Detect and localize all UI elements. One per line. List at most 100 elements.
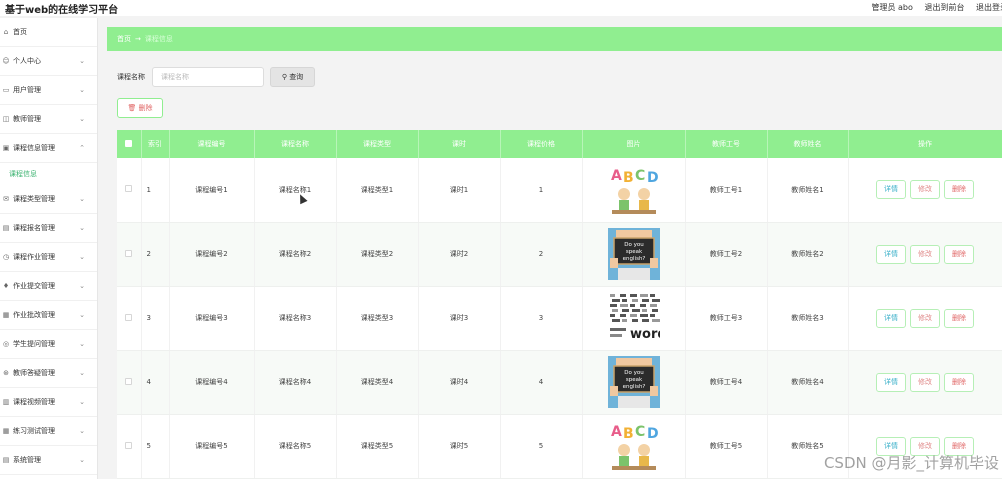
sidebar: ⌂ 首页 ☺ 个人中心 ⌄ ▭ 用户管理 ⌄ ◫ 教师管理 ⌄ ▣ 课程信息管理 ⌃ 课程信息 ✉ 课程类型管理… bbox=[0, 18, 98, 479]
type-cell: 课程类型2 bbox=[336, 222, 419, 287]
actions-cell: 详情 修改 删除 bbox=[848, 222, 1002, 287]
sidebar-item-4[interactable]: ▣ 课程信息管理 ⌃ bbox=[0, 134, 97, 163]
edit-button[interactable]: 修改 bbox=[910, 308, 940, 328]
svg-text:C: C bbox=[635, 424, 645, 440]
sidebar-item-0[interactable]: ⌂ 首页 bbox=[0, 18, 97, 47]
row-checkbox[interactable] bbox=[125, 313, 133, 321]
speak-english-image: Do youspeakenglish? bbox=[607, 356, 660, 408]
sidebar-item-3[interactable]: ◫ 教师管理 ⌄ bbox=[0, 105, 97, 134]
row-checkbox[interactable] bbox=[125, 441, 133, 449]
sidebar-item-9[interactable]: ♦ 作业提交管理 ⌄ bbox=[0, 272, 97, 301]
column-header-0[interactable] bbox=[117, 130, 142, 158]
actions-cell: 详情 修改 删除 bbox=[848, 286, 1002, 351]
index-cell: 2 bbox=[141, 222, 170, 287]
index-cell: 1 bbox=[141, 158, 170, 223]
sidebar-item-14[interactable]: ▦ 练习测试管理 ⌄ bbox=[0, 417, 97, 446]
chevron-down-icon: ⌄ bbox=[79, 456, 85, 464]
code-cell: 课程编号1 bbox=[169, 158, 255, 223]
delete-button[interactable]: 删除 bbox=[944, 180, 974, 200]
row-checkbox[interactable] bbox=[125, 185, 133, 193]
row-select-cell bbox=[117, 286, 142, 351]
front-link[interactable]: 退出到前台 bbox=[924, 3, 964, 12]
search-button-label: 查询 bbox=[289, 73, 304, 81]
breadcrumb: 首页 → 课程信息 bbox=[107, 27, 1002, 51]
column-header-6: 课程价格 bbox=[500, 130, 583, 158]
detail-button[interactable]: 详情 bbox=[876, 308, 906, 328]
svg-text:english?: english? bbox=[622, 384, 645, 390]
detail-button[interactable]: 详情 bbox=[876, 372, 906, 392]
logout-link[interactable]: 退出登录 bbox=[976, 3, 1002, 12]
sidebar-item-6[interactable]: ✉ 课程类型管理 ⌄ bbox=[0, 185, 97, 214]
sidebar-item-7[interactable]: ▤ 课程报名管理 ⌄ bbox=[0, 214, 97, 243]
sidebar-item-11[interactable]: ◎ 学生提问管理 ⌄ bbox=[0, 330, 97, 359]
image-cell: ABCD bbox=[582, 414, 686, 479]
grid-icon: ▦ bbox=[2, 427, 10, 435]
teacher-icon: ◫ bbox=[2, 115, 10, 123]
sidebar-item-label: 作业批改管理 bbox=[13, 311, 55, 319]
sidebar-item-2[interactable]: ▭ 用户管理 ⌄ bbox=[0, 76, 97, 105]
delete-button[interactable]: 删除 bbox=[944, 244, 974, 264]
type-cell: 课程类型1 bbox=[336, 158, 419, 223]
image-cell: words bbox=[582, 286, 686, 351]
column-header-4: 课程类型 bbox=[336, 130, 419, 158]
row-checkbox[interactable] bbox=[125, 377, 133, 385]
chevron-down-icon: ⌄ bbox=[79, 86, 85, 94]
delete-button[interactable]: 删除 bbox=[944, 308, 974, 328]
column-header-label: 索引 bbox=[148, 140, 162, 148]
svg-text:B: B bbox=[623, 170, 634, 186]
sidebar-item-8[interactable]: ◷ 课程作业管理 ⌄ bbox=[0, 243, 97, 272]
detail-button[interactable]: 详情 bbox=[876, 180, 906, 200]
price-cell: 2 bbox=[500, 222, 583, 287]
type-cell: 课程类型4 bbox=[336, 350, 419, 415]
breadcrumb-home[interactable]: 首页 bbox=[117, 35, 131, 43]
name-cell: 课程名称2 bbox=[254, 222, 337, 287]
breadcrumb-current: 课程信息 bbox=[144, 35, 173, 43]
column-header-label: 教师工号 bbox=[712, 140, 740, 148]
select-all-checkbox[interactable] bbox=[125, 139, 133, 147]
hours-cell: 课时4 bbox=[418, 350, 501, 415]
edit-button[interactable]: 修改 bbox=[910, 180, 940, 200]
chevron-down-icon: ⌄ bbox=[79, 224, 85, 232]
submenu-item-course-info[interactable]: 课程信息 bbox=[0, 163, 97, 185]
detail-button[interactable]: 详情 bbox=[876, 244, 906, 264]
teacher-name-cell: 教师姓名4 bbox=[767, 350, 849, 415]
search-input[interactable] bbox=[152, 67, 264, 87]
row-checkbox[interactable] bbox=[125, 249, 133, 257]
sidebar-item-label: 课程信息管理 bbox=[13, 144, 55, 152]
column-header-7: 图片 bbox=[582, 130, 686, 158]
sidebar-item-1[interactable]: ☺ 个人中心 ⌄ bbox=[0, 47, 97, 76]
course-table: 索引 课程编号 课程名称 课程类型 课时 课程价格 图片 教师工号 教师姓名 操作 1 课程编号1 课… bbox=[117, 130, 1002, 479]
chevron-down-icon: ⌄ bbox=[79, 369, 85, 377]
header-right: 管理员 abo 退出到前台 退出登录 bbox=[862, 2, 1002, 13]
app-title: 基于web的在线学习平台 bbox=[5, 5, 119, 16]
batch-delete-button[interactable]: 🗑 删除 bbox=[117, 98, 163, 118]
column-header-label: 课程编号 bbox=[197, 140, 226, 148]
hours-cell: 课时5 bbox=[418, 414, 501, 479]
edit-button[interactable]: 修改 bbox=[910, 372, 940, 392]
sidebar-item-13[interactable]: ▥ 课程视频管理 ⌄ bbox=[0, 388, 97, 417]
column-header-5: 课时 bbox=[418, 130, 501, 158]
abcd-image: ABCD bbox=[607, 163, 660, 216]
row-select-cell bbox=[117, 350, 142, 415]
teacher-name-cell: 教师姓名1 bbox=[767, 158, 849, 223]
column-header-label: 课程名称 bbox=[281, 140, 309, 148]
teacher-id-cell: 教师工号4 bbox=[685, 350, 768, 415]
sidebar-item-label: 课程作业管理 bbox=[13, 253, 55, 261]
sidebar-item-label: 个人中心 bbox=[13, 57, 41, 65]
search-button[interactable]: ⚲ 查询 bbox=[270, 67, 315, 87]
code-cell: 课程编号3 bbox=[169, 286, 255, 351]
chat-icon: ▭ bbox=[2, 86, 10, 94]
clock-icon: ◷ bbox=[2, 253, 10, 261]
user-icon: ☺ bbox=[2, 57, 10, 65]
sidebar-item-label: 教师管理 bbox=[13, 115, 41, 123]
sidebar-item-10[interactable]: ▦ 作业批改管理 ⌄ bbox=[0, 301, 97, 330]
settings-icon: ▤ bbox=[2, 456, 10, 464]
delete-button[interactable]: 删除 bbox=[944, 372, 974, 392]
sidebar-item-15[interactable]: ▤ 系统管理 ⌄ bbox=[0, 446, 97, 475]
column-header-3: 课程名称 bbox=[254, 130, 337, 158]
index-cell: 4 bbox=[141, 350, 170, 415]
mail-icon: ✉ bbox=[3, 195, 9, 203]
image-cell: Do you speak english? bbox=[582, 222, 686, 287]
sidebar-item-12[interactable]: ⊛ 教师答疑管理 ⌄ bbox=[0, 359, 97, 388]
edit-button[interactable]: 修改 bbox=[910, 244, 940, 264]
